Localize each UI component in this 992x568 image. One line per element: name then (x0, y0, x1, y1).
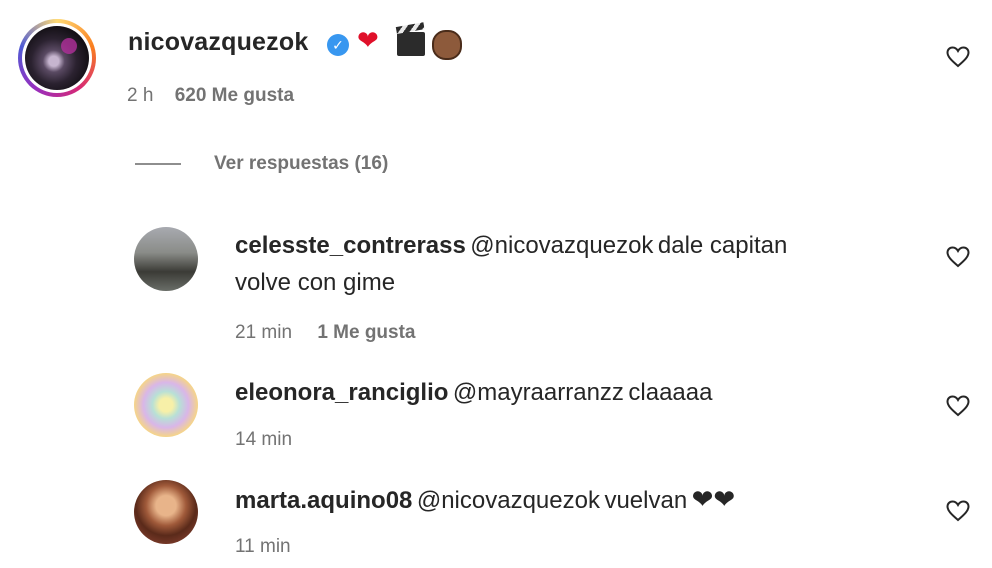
reply-3-meta: 11 min (235, 536, 291, 558)
reply-1-mention[interactable]: @nicovazquezok (470, 232, 653, 259)
reply-1-username[interactable]: celesste_contrerass (235, 232, 466, 259)
reply-3-text: vuelvan (604, 487, 688, 514)
reply-3-mention[interactable]: @nicovazquezok (417, 487, 600, 514)
avatar-reply-3[interactable] (134, 480, 198, 544)
reply-2-meta: 14 min (235, 429, 292, 451)
reply-3-username[interactable]: marta.aquino08 (235, 487, 412, 514)
like-heart-icon[interactable] (946, 246, 970, 268)
red-heart-emoji: ❤ (357, 26, 379, 56)
avatar-photo (25, 26, 89, 90)
main-comment-time: 2 h (127, 85, 154, 106)
reply-2-time: 14 min (235, 429, 293, 450)
reply-3-line: marta.aquino08 @nicovazquezok vuelvan ❤❤ (235, 485, 735, 515)
reply-1-text-1: dale capitan (657, 232, 788, 259)
reply-2-mention[interactable]: @mayraarranzz (453, 379, 624, 406)
main-username[interactable]: nicovazquezok (128, 28, 308, 57)
reply-3-time: 11 min (235, 536, 291, 557)
like-heart-icon[interactable] (946, 395, 970, 417)
reply-2-text: claaaaa (628, 379, 713, 406)
reply-1-likes[interactable]: 1 Me gusta (317, 322, 415, 343)
clapper-board-icon (397, 32, 425, 56)
view-replies-button[interactable]: Ver respuestas (16) (214, 153, 388, 175)
reply-1-line-1: celesste_contrerass @nicovazquezok dale … (235, 232, 885, 260)
fist-bump-icon (432, 30, 462, 60)
main-comment-likes[interactable]: 620 Me gusta (175, 85, 294, 106)
reply-1-meta: 21 min 1 Me gusta (235, 322, 416, 344)
reply-2-username[interactable]: eleonora_ranciglio (235, 379, 448, 406)
like-heart-icon[interactable] (946, 46, 970, 68)
reply-2-line: eleonora_ranciglio @mayraarranzz claaaaa (235, 379, 712, 407)
avatar-main[interactable] (18, 19, 96, 97)
reply-1-text-2: volve con gime (235, 269, 396, 296)
reply-3-hearts: ❤❤ (691, 485, 736, 515)
verified-badge-icon: ✓ (327, 34, 349, 56)
main-comment-meta: 2 h 620 Me gusta (127, 85, 294, 107)
reply-1-body: celesste_contrerass @nicovazquezok dale … (235, 232, 885, 297)
like-heart-icon[interactable] (946, 500, 970, 522)
reply-1-time: 21 min (235, 322, 293, 343)
avatar-reply-1[interactable] (134, 227, 198, 291)
avatar-reply-2[interactable] (134, 373, 198, 437)
replies-divider (135, 163, 181, 165)
